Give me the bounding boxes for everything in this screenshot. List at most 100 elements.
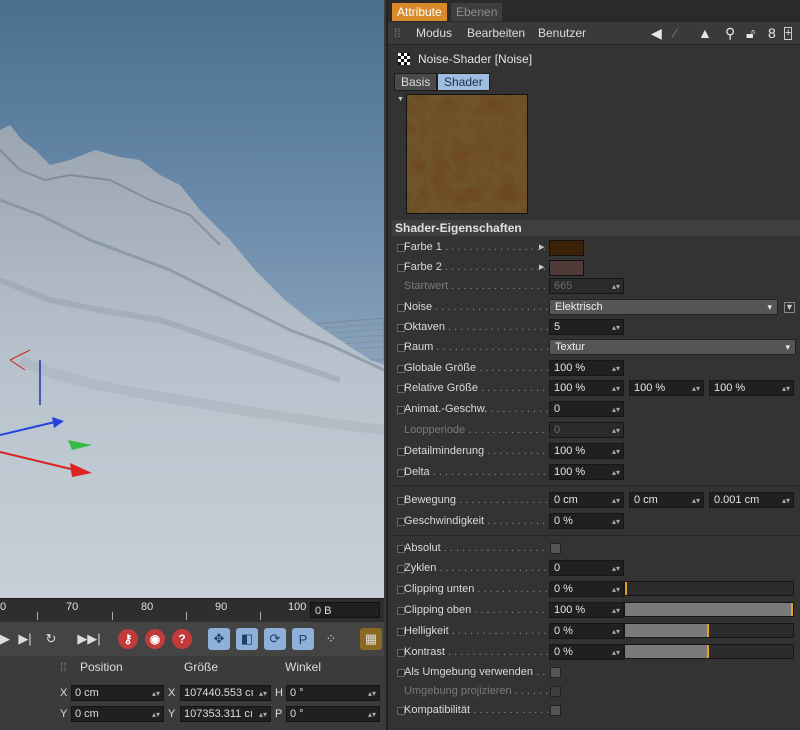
bewegung-y-field[interactable]: 0 cm ▴▾ [629,492,704,508]
geschwindigkeit-value: 0 % [554,515,573,527]
link-icon[interactable]: 8 [768,25,776,41]
globale-groesse-field[interactable]: 100 % ▴▾ [549,360,624,376]
helligkeit-value: 0 % [554,625,573,637]
menu-benutzer[interactable]: Benutzer [538,26,586,40]
kompatibilitaet-checkbox[interactable] [550,705,561,716]
relative-groesse-x-field[interactable]: 100 % ▴▾ [549,380,624,396]
label-kontrast: Kontrast [404,646,549,658]
angle-h-field[interactable]: 0 ° ▴▾ [286,685,380,701]
noise-shader-icon [398,53,410,65]
animat-geschw-field[interactable]: 0 ▴▾ [549,401,624,417]
size-x-field[interactable]: 107440.553 cı ▴▾ [180,685,271,701]
menu-bearbeiten[interactable]: Bearbeiten [467,26,525,40]
helligkeit-slider[interactable] [624,623,794,638]
collapse-triangle-icon[interactable]: ▼ [397,96,404,103]
label-detailminderung: Detailminderung [404,445,549,457]
step-forward-icon[interactable]: ▶| [14,628,36,650]
bewegung-y-value: 0 cm [634,494,658,506]
kontrast-field[interactable]: 0 % ▴▾ [549,644,624,660]
relative-groesse-z-field[interactable]: 100 % ▴▾ [709,380,794,396]
move-icon[interactable]: ✥ [208,628,230,650]
bewegung-x-field[interactable]: 0 cm ▴▾ [549,492,624,508]
absolut-checkbox[interactable] [550,543,561,554]
delta-field[interactable]: 100 % ▴▾ [549,464,624,480]
point-level-icon[interactable]: ⁘ [320,628,342,650]
oktaven-value: 5 [554,321,561,333]
label-farbe-1: Farbe 1 [404,241,549,253]
bewegung-z-value: 0.001 cm [714,494,760,506]
geschwindigkeit-field[interactable]: 0 % ▴▾ [549,513,624,529]
color-swatch-1[interactable] [549,240,584,256]
slider-handle[interactable] [707,645,709,658]
back-arrow-icon[interactable]: ◀ [651,25,662,42]
detailminderung-field[interactable]: 100 % ▴▾ [549,443,624,459]
slider-handle[interactable] [625,582,627,595]
forward-divider-icon: ⁄ [674,25,677,41]
raum-dropdown[interactable]: Textur ▾ [549,339,796,355]
relative-groesse-y-field[interactable]: 100 % ▴▾ [629,380,704,396]
tab-ebenen[interactable]: Ebenen [451,3,503,21]
expand-triangle-icon[interactable]: ▶ [539,263,544,271]
slider-fill [625,645,709,658]
menu-modus[interactable]: Modus [416,26,452,40]
up-arrow-icon[interactable]: ▲ [698,25,712,41]
goto-end-icon[interactable]: ▶▶| [77,628,100,650]
scale-icon[interactable]: ◧ [236,628,258,650]
angle-p-field[interactable]: 0 ° ▴▾ [286,706,380,722]
label-farbe-2: Farbe 2 [404,261,549,273]
position-x-value: 0 cm [75,687,99,699]
position-y-field[interactable]: 0 cm ▴▾ [71,706,164,722]
slider-handle[interactable] [707,624,709,637]
loopperiode-value: 0 [554,424,561,436]
terrain-render [0,125,384,598]
noise-dropdown[interactable]: Elektrisch ▾ [549,299,778,315]
bewegung-z-field[interactable]: 0.001 cm ▴▾ [709,492,794,508]
clipping-unten-field[interactable]: 0 % ▴▾ [549,581,624,597]
als-umgebung-checkbox[interactable] [550,667,561,678]
position-x-field[interactable]: 0 cm ▴▾ [71,685,164,701]
tab-attribute[interactable]: Attribute [392,3,447,21]
loop-icon[interactable]: ↻ [40,628,62,650]
label-als-umgebung: Als Umgebung verwenden [404,666,549,678]
parameter-icon[interactable]: P [292,628,314,650]
section-title: Shader-Eigenschaften [392,220,800,236]
axis-label: X [168,687,176,699]
tick-mark [112,612,113,620]
kontrast-slider[interactable] [624,644,794,659]
tick-mark [260,612,261,620]
lock-icon[interactable]: 🔓︎ [746,25,755,42]
label-loopperiode: Loopperiode [404,424,549,436]
clipping-unten-slider[interactable] [624,581,794,596]
relative-groesse-x-value: 100 % [554,382,586,394]
slider-handle[interactable] [791,603,793,616]
3d-viewport[interactable] [0,0,384,598]
record-key-icon[interactable]: ⚷ [118,629,138,649]
rotate-icon[interactable]: ⟳ [264,628,286,650]
noise-browser-icon[interactable]: ▼ [784,302,795,313]
auto-key-icon[interactable]: ◉ [145,629,165,649]
clipping-oben-slider[interactable] [624,602,794,617]
film-icon[interactable]: ▦ [360,628,382,650]
slider-fill [625,603,793,616]
frame-value: 0 B [315,605,332,617]
label-umgebung-projizieren: Umgebung projizieren [404,685,549,697]
zyklen-field[interactable]: 0 ▴▾ [549,560,624,576]
tab-basis[interactable]: Basis [394,73,438,91]
search-icon[interactable]: ⚲ [725,25,735,42]
bewegung-x-value: 0 cm [554,494,578,506]
size-y-field[interactable]: 107353.311 cı ▴▾ [180,706,271,722]
frame-field[interactable]: 0 B [310,602,380,618]
axis-label: X [60,687,68,699]
new-panel-icon[interactable]: + [784,27,793,40]
clipping-oben-field[interactable]: 100 % ▴▾ [549,602,624,618]
tab-shader[interactable]: Shader [437,73,490,91]
oktaven-field[interactable]: 5 ▴▾ [549,319,624,335]
keyframe-selection-icon[interactable]: ? [172,629,192,649]
label-absolut: Absolut [404,542,549,554]
relative-groesse-y-value: 100 % [634,382,666,394]
color-swatch-2[interactable] [549,260,584,276]
grip-icon: ⁞⁞ [394,26,401,40]
helligkeit-field[interactable]: 0 % ▴▾ [549,623,624,639]
timeline-ruler[interactable]: 0 70 80 90 100 0 B [0,598,384,623]
expand-triangle-icon[interactable]: ▶ [539,243,544,251]
